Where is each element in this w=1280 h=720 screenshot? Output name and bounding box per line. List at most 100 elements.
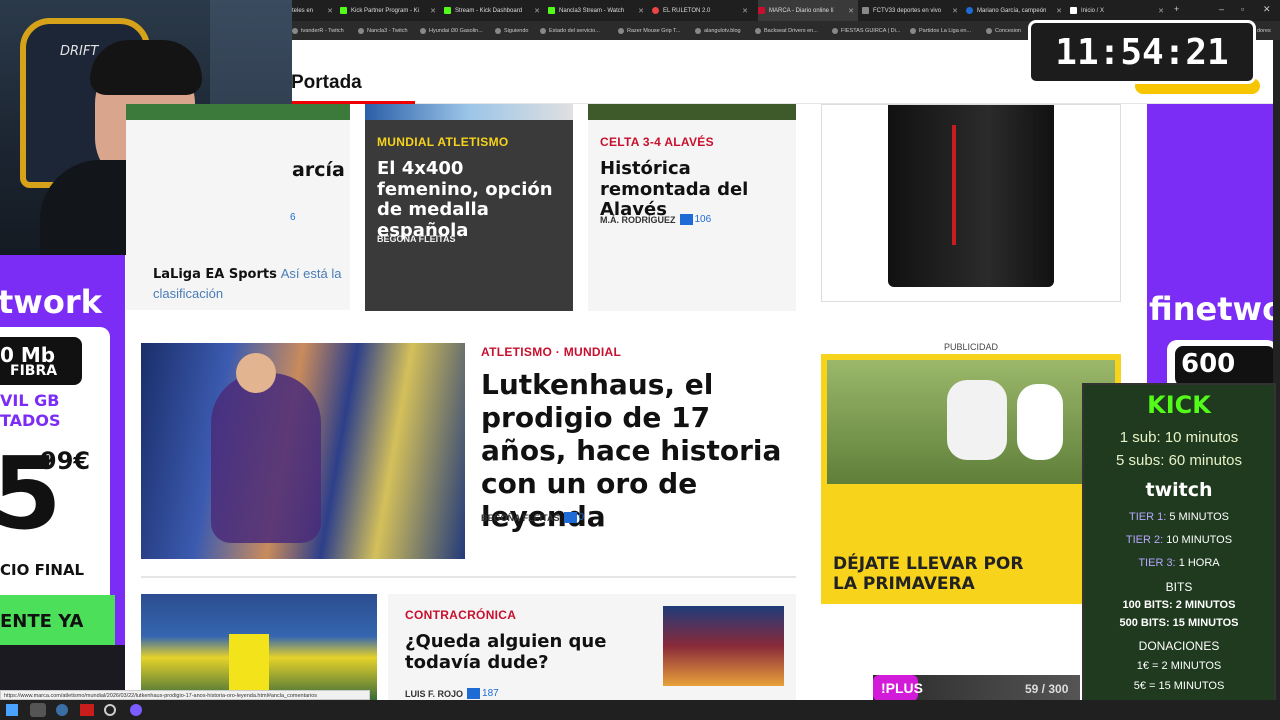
card-author-row: M.Á. RODRÍGUEZ 106 (600, 214, 711, 225)
kick-line-1: 1 sub: 10 minutos (1119, 429, 1239, 446)
close-tab-icon[interactable]: ✕ (1056, 7, 1062, 15)
comment-count[interactable]: 6 (290, 212, 296, 223)
close-tab-icon[interactable]: ✕ (848, 7, 854, 15)
steam-icon[interactable] (56, 704, 68, 716)
bookmark-label: Partidos La Liga en... (919, 27, 971, 34)
tab-8[interactable]: Mariano García, campeón ✕ (966, 0, 1066, 21)
comment-count[interactable]: 106 (695, 214, 712, 225)
bookmark-item[interactable]: Hyundai i30 Gasolin... (420, 21, 483, 40)
chrome-icon[interactable] (30, 703, 46, 717)
bookmark-icon (986, 27, 992, 34)
laliga-link[interactable]: LaLiga EA Sports Así está la clasificaci… (153, 264, 343, 303)
ad-line4: TADOS (0, 411, 61, 430)
windows-icon[interactable] (6, 704, 18, 716)
bookmark-item[interactable]: Estado del servicio... (540, 21, 600, 40)
close-tab-icon[interactable]: ✕ (638, 7, 644, 15)
card-headline[interactable]: Histórica remontada del Alavés (600, 158, 790, 221)
ad-line1: 600 (1181, 349, 1236, 379)
bookmark-item[interactable]: Partidos La Liga en... (910, 21, 971, 40)
main-story-author[interactable]: BEGOÑA FLEITAS (481, 513, 560, 523)
tab-label: Mariano García, campeón (977, 7, 1047, 14)
tab-6-active[interactable]: MARCA - Diario online lí ✕ (758, 0, 858, 21)
tab-label: EL RULETON 2.0 (663, 7, 711, 14)
bookmark-item[interactable]: alangulotv.blog (695, 21, 741, 40)
bookmark-item[interactable]: FIESTAS GUIRCA | Di... (832, 21, 900, 40)
tab-3[interactable]: Stream - Kick Dashboard ✕ (444, 0, 544, 21)
bookmark-icon (292, 27, 298, 34)
story2-card[interactable]: CONTRACRÓNICA ¿Queda alguien que todavía… (388, 594, 796, 700)
ad-cta[interactable]: ENTE YA (0, 611, 83, 632)
bookmark-item[interactable]: tvanderR - Twitch (292, 21, 344, 40)
maximize-icon[interactable]: ▫ (1241, 4, 1244, 14)
tab-label: Inicio / X (1081, 7, 1105, 14)
card-image (588, 104, 796, 120)
minimize-icon[interactable]: – (1219, 4, 1224, 14)
tab-4[interactable]: Nancla3 Stream - Watch ✕ (548, 0, 648, 21)
marca-icon (758, 7, 765, 14)
bookmark-label: Concesion (995, 27, 1021, 34)
right-side-ad[interactable]: finetwo 600 (1147, 104, 1273, 384)
main-story-headline[interactable]: Lutkenhaus, el prodigio de 17 años, hace… (481, 368, 801, 533)
kick-line-2: 5 subs: 60 minutos (1116, 452, 1242, 469)
story2-author[interactable]: LUIS F. ROJO (405, 689, 463, 699)
twitch-logo: twitch (1145, 479, 1213, 501)
bookmark-item[interactable]: Siguiendo (495, 21, 528, 40)
close-tab-icon[interactable]: ✕ (327, 7, 333, 15)
card-headline[interactable]: El 4x400 femenino, opción de medalla esp… (377, 158, 567, 242)
bookmark-label: FIESTAS GUIRCA | Di... (841, 27, 901, 34)
comment-count[interactable]: 0 (579, 512, 585, 523)
tab-7[interactable]: FCTV33 deportes en vivo ✕ (862, 0, 962, 21)
tab-9[interactable]: Inicio / X ✕ (1070, 0, 1168, 21)
story2-image[interactable] (141, 594, 377, 700)
bookmark-item[interactable]: Backseat Drivers en... (755, 21, 818, 40)
tier-row-3: TIER 3: 1 HORA (1084, 557, 1274, 569)
bookmark-item[interactable]: dores (1257, 21, 1271, 40)
bookmark-icon (358, 27, 364, 34)
comment-icon[interactable] (467, 688, 481, 699)
tier-label: TIER 3: (1138, 557, 1176, 569)
main-story-kicker: ATLETISMO · MUNDIAL (481, 345, 622, 359)
card-author[interactable]: M.Á. RODRÍGUEZ (600, 215, 676, 225)
tier-value: 10 MINUTOS (1166, 534, 1233, 546)
bookmark-item[interactable]: Razer Mouse Grip T... (618, 21, 680, 40)
comment-icon[interactable] (679, 214, 693, 225)
stream-clock: 11:54:21 (1028, 20, 1256, 84)
story2-author-row: LUIS F. ROJO 187 (405, 688, 499, 699)
comment-icon[interactable] (563, 512, 577, 523)
plus-count: 59 / 300 (1025, 682, 1069, 696)
pc-ad[interactable] (821, 104, 1121, 302)
card-atletismo[interactable]: MUNDIAL ATLETISMO El 4x400 femenino, opc… (365, 104, 573, 311)
close-tab-icon[interactable]: ✕ (952, 7, 958, 15)
page-title[interactable]: Portada (291, 72, 362, 94)
close-window-icon[interactable]: ✕ (1263, 4, 1271, 15)
new-tab-icon[interactable]: + (1174, 4, 1179, 14)
bookmark-item[interactable]: Nancla3 - Twitch (358, 21, 408, 40)
bookmark-icon (695, 27, 701, 34)
tab-5[interactable]: EL RULETON 2.0 ✕ (652, 0, 752, 21)
card-kicker: MUNDIAL ATLETISMO (377, 135, 509, 149)
close-tab-icon[interactable]: ✕ (430, 7, 436, 15)
story2-thumbnail[interactable] (663, 606, 784, 686)
discord-icon[interactable] (130, 704, 142, 716)
close-tab-icon[interactable]: ✕ (1158, 7, 1164, 15)
main-story-image[interactable] (141, 343, 465, 559)
close-tab-icon[interactable]: ✕ (534, 7, 540, 15)
comment-count[interactable]: 187 (482, 688, 499, 699)
obs-icon[interactable] (104, 704, 116, 716)
primavera-ad[interactable]: DÉJATE LLEVAR POR LA PRIMAVERA (821, 354, 1121, 604)
tab-2[interactable]: Kick Partner Program - Ki ✕ (340, 0, 440, 21)
card-headline[interactable]: arcía (292, 159, 345, 182)
ad-photo (827, 360, 1115, 484)
ruleta-icon (652, 7, 659, 14)
tab-label: MARCA - Diario online lí (769, 7, 834, 14)
bookmark-item[interactable]: Concesion (986, 21, 1021, 40)
bookmark-icon (910, 27, 916, 34)
card-celta[interactable]: CELTA 3-4 ALAVÉS Histórica remontada del… (588, 104, 796, 311)
main-story-author-row: BEGOÑA FLEITAS 0 (481, 512, 584, 523)
story2-headline[interactable]: ¿Queda alguien que todavía dude? (405, 631, 645, 673)
left-side-ad[interactable]: twork 0 Mb FIBRA VIL GB TADOS 5 99€ CIO … (0, 255, 125, 700)
app-icon[interactable] (80, 704, 94, 716)
close-tab-icon[interactable]: ✕ (742, 7, 748, 15)
card-author[interactable]: BEGOÑA FLEITAS (377, 234, 456, 244)
tab-1[interactable]: teles en ✕ (292, 0, 337, 21)
